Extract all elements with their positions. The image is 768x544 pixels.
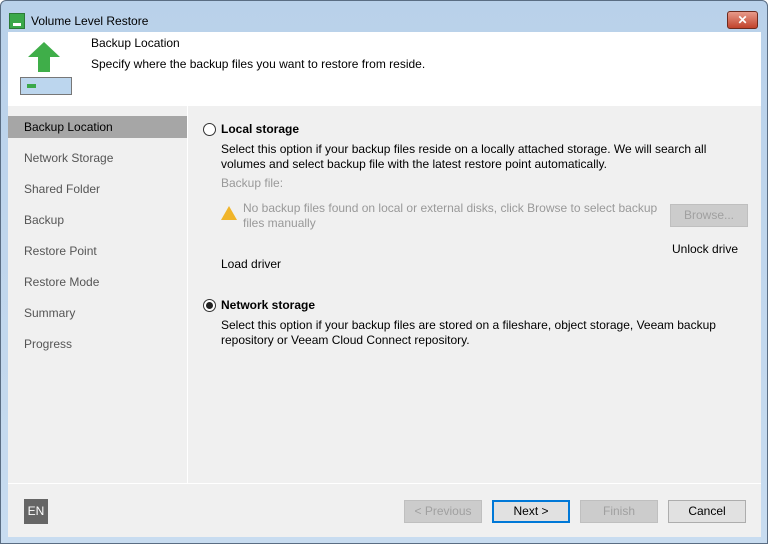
backup-file-label: Backup file: bbox=[221, 176, 284, 190]
local-storage-label[interactable]: Local storage bbox=[221, 122, 299, 136]
page-title: Backup Location bbox=[91, 36, 180, 50]
client-area: Backup Location Specify where the backup… bbox=[8, 32, 761, 537]
window-title: Volume Level Restore bbox=[31, 14, 149, 28]
main-panel: Local storage Select this option if your… bbox=[189, 106, 761, 483]
close-button[interactable]: ✕ bbox=[727, 11, 758, 29]
network-storage-radio[interactable] bbox=[203, 299, 216, 312]
finish-button[interactable]: Finish bbox=[580, 500, 658, 523]
local-storage-radio[interactable] bbox=[203, 123, 216, 136]
title-bar: Volume Level Restore bbox=[9, 11, 148, 31]
network-storage-description: Select this option if your backup files … bbox=[221, 318, 716, 347]
step-restore-mode[interactable]: Restore Mode bbox=[8, 271, 187, 293]
step-shared-folder[interactable]: Shared Folder bbox=[8, 178, 187, 200]
dialog-window: Volume Level Restore ✕ Backup Location S… bbox=[0, 0, 768, 544]
previous-button[interactable]: < Previous bbox=[404, 500, 482, 523]
local-storage-description: Select this option if your backup files … bbox=[221, 142, 707, 171]
disk-icon bbox=[20, 77, 72, 95]
header: Backup Location Specify where the backup… bbox=[8, 32, 761, 106]
app-icon bbox=[9, 13, 25, 29]
network-storage-label[interactable]: Network storage bbox=[221, 298, 315, 312]
wizard-steps: Backup Location Network Storage Shared F… bbox=[8, 106, 188, 483]
restore-arrow-icon bbox=[28, 42, 60, 72]
step-network-storage[interactable]: Network Storage bbox=[8, 147, 187, 169]
cancel-button[interactable]: Cancel bbox=[668, 500, 746, 523]
step-summary[interactable]: Summary bbox=[8, 302, 187, 324]
page-subtitle: Specify where the backup files you want … bbox=[91, 57, 426, 71]
footer-divider bbox=[8, 483, 761, 484]
warning-icon bbox=[221, 206, 237, 220]
step-progress[interactable]: Progress bbox=[8, 333, 187, 355]
browse-button[interactable]: Browse... bbox=[670, 204, 748, 227]
step-restore-point[interactable]: Restore Point bbox=[8, 240, 187, 262]
step-backup-location[interactable]: Backup Location bbox=[8, 116, 187, 138]
load-driver-link[interactable]: Load driver bbox=[221, 257, 281, 272]
unlock-drive-link[interactable]: Unlock drive bbox=[672, 242, 738, 257]
language-indicator[interactable]: EN bbox=[24, 499, 48, 524]
step-backup[interactable]: Backup bbox=[8, 209, 187, 231]
next-button[interactable]: Next > bbox=[492, 500, 570, 523]
no-backup-warning: No backup files found on local or extern… bbox=[243, 201, 658, 230]
